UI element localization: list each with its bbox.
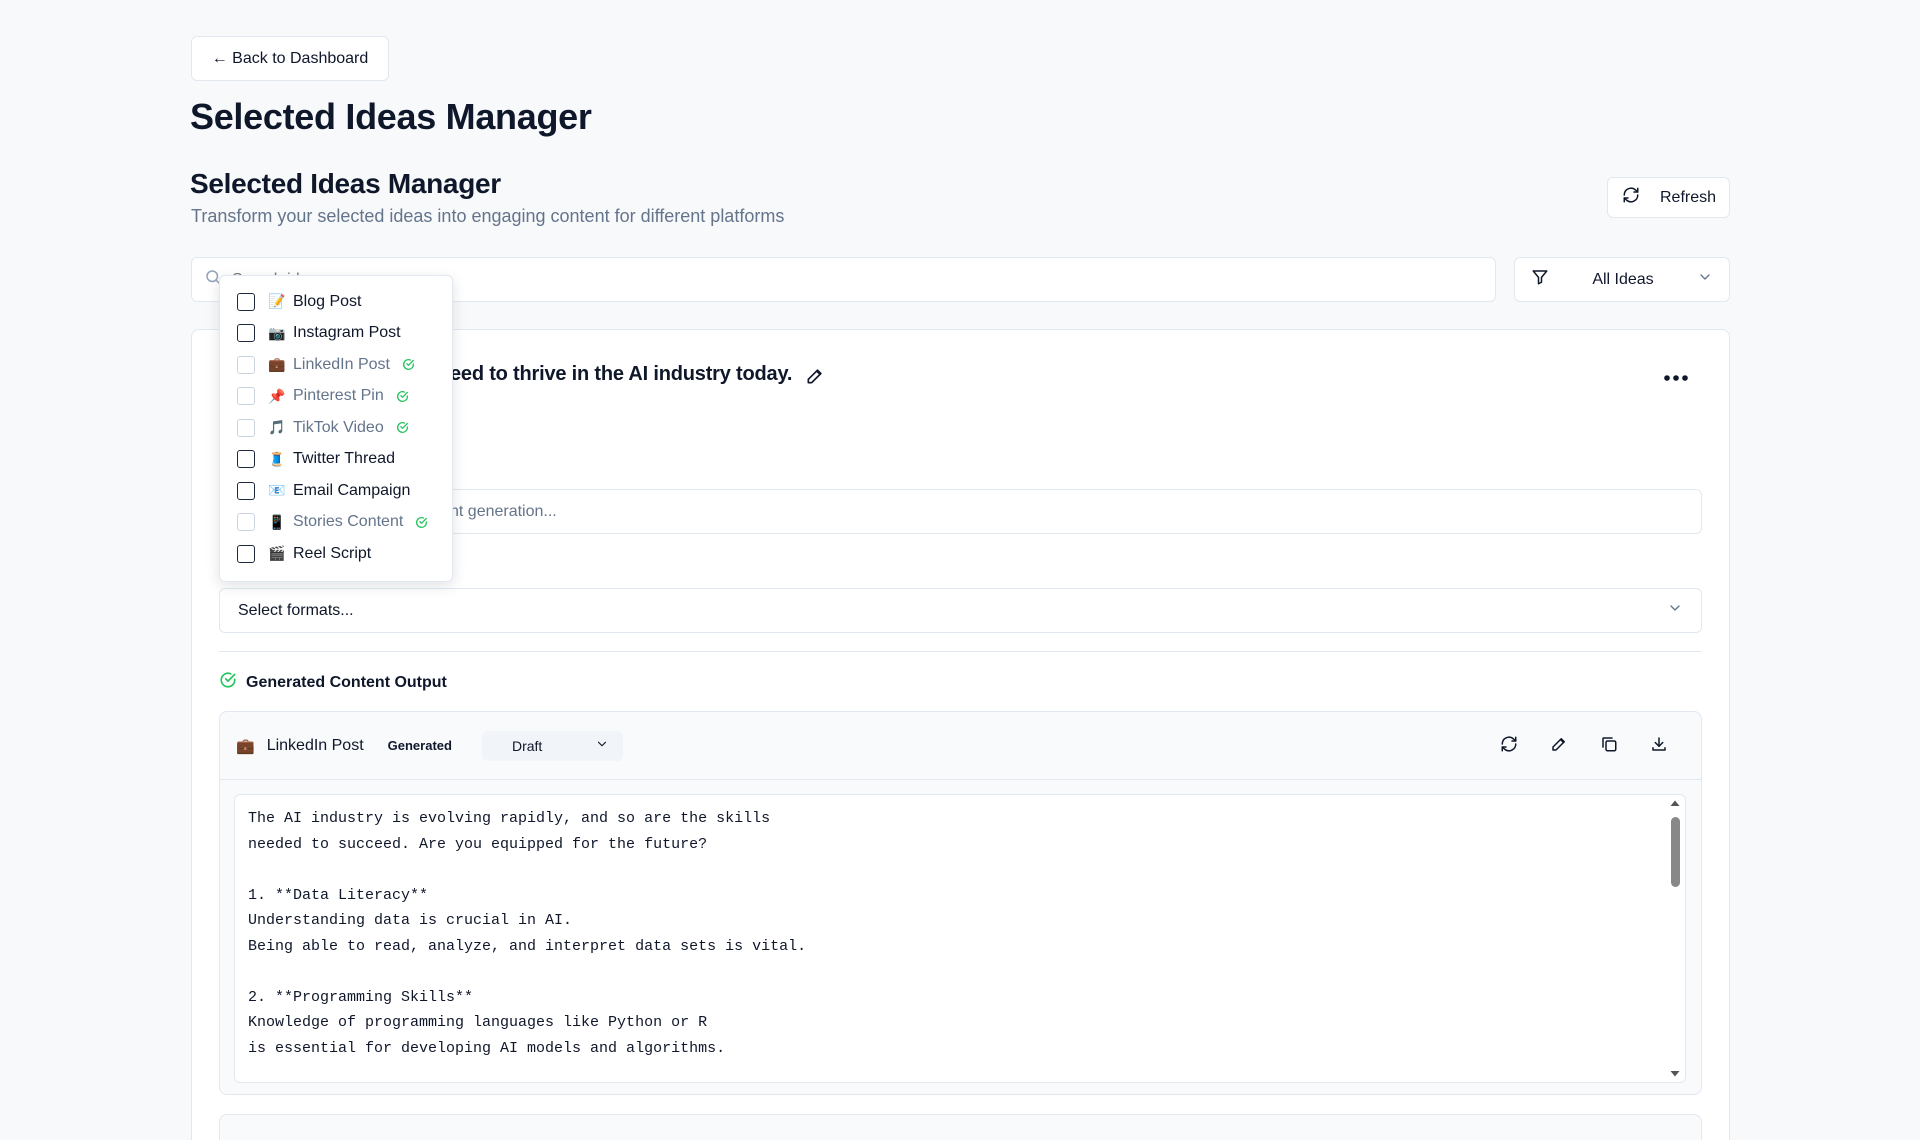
format-option-linkedin-post: 💼 LinkedIn Post bbox=[220, 349, 452, 381]
format-option-label: Pinterest Pin bbox=[293, 387, 384, 405]
filter-selected-value: All Ideas bbox=[1592, 270, 1654, 288]
output-card-header: 💼 LinkedIn Post Generated Draft bbox=[220, 712, 1701, 780]
checkbox[interactable] bbox=[237, 450, 255, 469]
check-circle-icon bbox=[415, 516, 428, 529]
idea-title: eed to thrive in the AI industry today. bbox=[450, 363, 793, 385]
format-option-email-campaign[interactable]: 📧 Email Campaign bbox=[220, 475, 452, 507]
check-circle-icon bbox=[219, 671, 237, 694]
format-option-stories-content: 📱 Stories Content bbox=[220, 507, 452, 539]
formats-select[interactable]: Select formats... bbox=[219, 588, 1702, 633]
check-circle-icon bbox=[396, 421, 409, 434]
back-to-dashboard-button[interactable]: ← Back to Dashboard bbox=[191, 36, 389, 81]
format-option-label: Email Campaign bbox=[293, 481, 411, 499]
chevron-down-icon bbox=[595, 737, 609, 754]
format-option-twitter-thread[interactable]: 🧵 Twitter Thread bbox=[220, 444, 452, 476]
format-icon: 📱 bbox=[268, 513, 286, 530]
output-header-label: Generated Content Output bbox=[246, 673, 447, 691]
chevron-down-icon bbox=[1697, 269, 1713, 290]
format-option-label: TikTok Video bbox=[293, 418, 384, 436]
checkbox[interactable] bbox=[237, 292, 255, 311]
format-option-pinterest-pin: 📌 Pinterest Pin bbox=[220, 381, 452, 413]
format-icon: 🧵 bbox=[268, 450, 286, 467]
checkbox[interactable] bbox=[237, 481, 255, 500]
checkbox bbox=[237, 387, 255, 406]
output-toolbar bbox=[1494, 729, 1674, 759]
format-icon: 📌 bbox=[268, 387, 286, 404]
format-option-instagram-post[interactable]: 📷 Instagram Post bbox=[220, 318, 452, 350]
generated-output-header: Generated Content Output bbox=[219, 671, 447, 694]
idea-filter-select[interactable]: All Ideas bbox=[1514, 257, 1730, 302]
more-options-icon[interactable] bbox=[1658, 364, 1694, 392]
download-icon[interactable] bbox=[1644, 729, 1674, 759]
format-icon: 🎬 bbox=[268, 545, 286, 562]
scrollbar-thumb[interactable] bbox=[1671, 817, 1680, 887]
next-output-card bbox=[219, 1114, 1702, 1140]
section-title: Selected Ideas Manager bbox=[190, 168, 501, 199]
checkbox bbox=[237, 355, 255, 374]
format-option-reel-script[interactable]: 🎬 Reel Script bbox=[220, 538, 452, 570]
section-subtitle: Transform your selected ideas into engag… bbox=[191, 206, 785, 226]
format-option-label: Twitter Thread bbox=[293, 450, 395, 468]
content-status-select[interactable]: Draft bbox=[481, 730, 623, 761]
format-option-tiktok-video: 🎵 TikTok Video bbox=[220, 412, 452, 444]
format-icon: 🎵 bbox=[268, 419, 286, 436]
status-select-value: Draft bbox=[511, 737, 543, 754]
status-badge: Generated bbox=[387, 738, 452, 753]
checkbox bbox=[237, 418, 255, 437]
refresh-button[interactable]: Refresh bbox=[1607, 177, 1730, 218]
checkbox bbox=[237, 513, 255, 532]
regenerate-icon[interactable] bbox=[1494, 729, 1524, 759]
format-option-blog-post[interactable]: 📝 Blog Post bbox=[220, 286, 452, 318]
edit-icon[interactable] bbox=[1544, 729, 1574, 759]
format-icon: 📝 bbox=[268, 293, 286, 310]
format-option-label: Stories Content bbox=[293, 513, 404, 531]
format-icon: 📧 bbox=[268, 482, 286, 499]
edit-title-icon[interactable] bbox=[805, 366, 827, 388]
output-format-name: LinkedIn Post bbox=[266, 736, 364, 754]
filter-icon bbox=[1531, 268, 1549, 291]
format-icon: 📷 bbox=[268, 324, 286, 341]
check-circle-icon bbox=[396, 390, 409, 403]
generated-content-textarea[interactable]: The AI industry is evolving rapidly, and… bbox=[234, 794, 1686, 1083]
format-option-label: Blog Post bbox=[293, 292, 362, 310]
checkbox[interactable] bbox=[237, 544, 255, 563]
page-title: Selected Ideas Manager bbox=[190, 96, 592, 137]
format-icon: 💼 bbox=[268, 356, 286, 373]
generated-content-text: The AI industry is evolving rapidly, and… bbox=[248, 810, 807, 1057]
refresh-icon bbox=[1622, 186, 1640, 209]
chevron-down-icon bbox=[1667, 600, 1683, 621]
checkbox[interactable] bbox=[237, 324, 255, 343]
formats-placeholder: Select formats... bbox=[238, 601, 354, 619]
copy-icon[interactable] bbox=[1594, 729, 1624, 759]
format-option-label: Reel Script bbox=[293, 544, 372, 562]
divider bbox=[219, 651, 1702, 652]
refresh-label: Refresh bbox=[1660, 188, 1717, 206]
format-option-label: Instagram Post bbox=[293, 324, 401, 342]
formats-dropdown-menu: 📝 Blog Post 📷 Instagram Post 💼 LinkedIn Post 📌… bbox=[219, 275, 453, 582]
briefcase-icon: 💼 bbox=[236, 737, 255, 755]
prompt-placeholder: nt generation... bbox=[450, 502, 557, 520]
format-option-label: LinkedIn Post bbox=[293, 355, 390, 373]
check-circle-icon bbox=[402, 358, 415, 371]
